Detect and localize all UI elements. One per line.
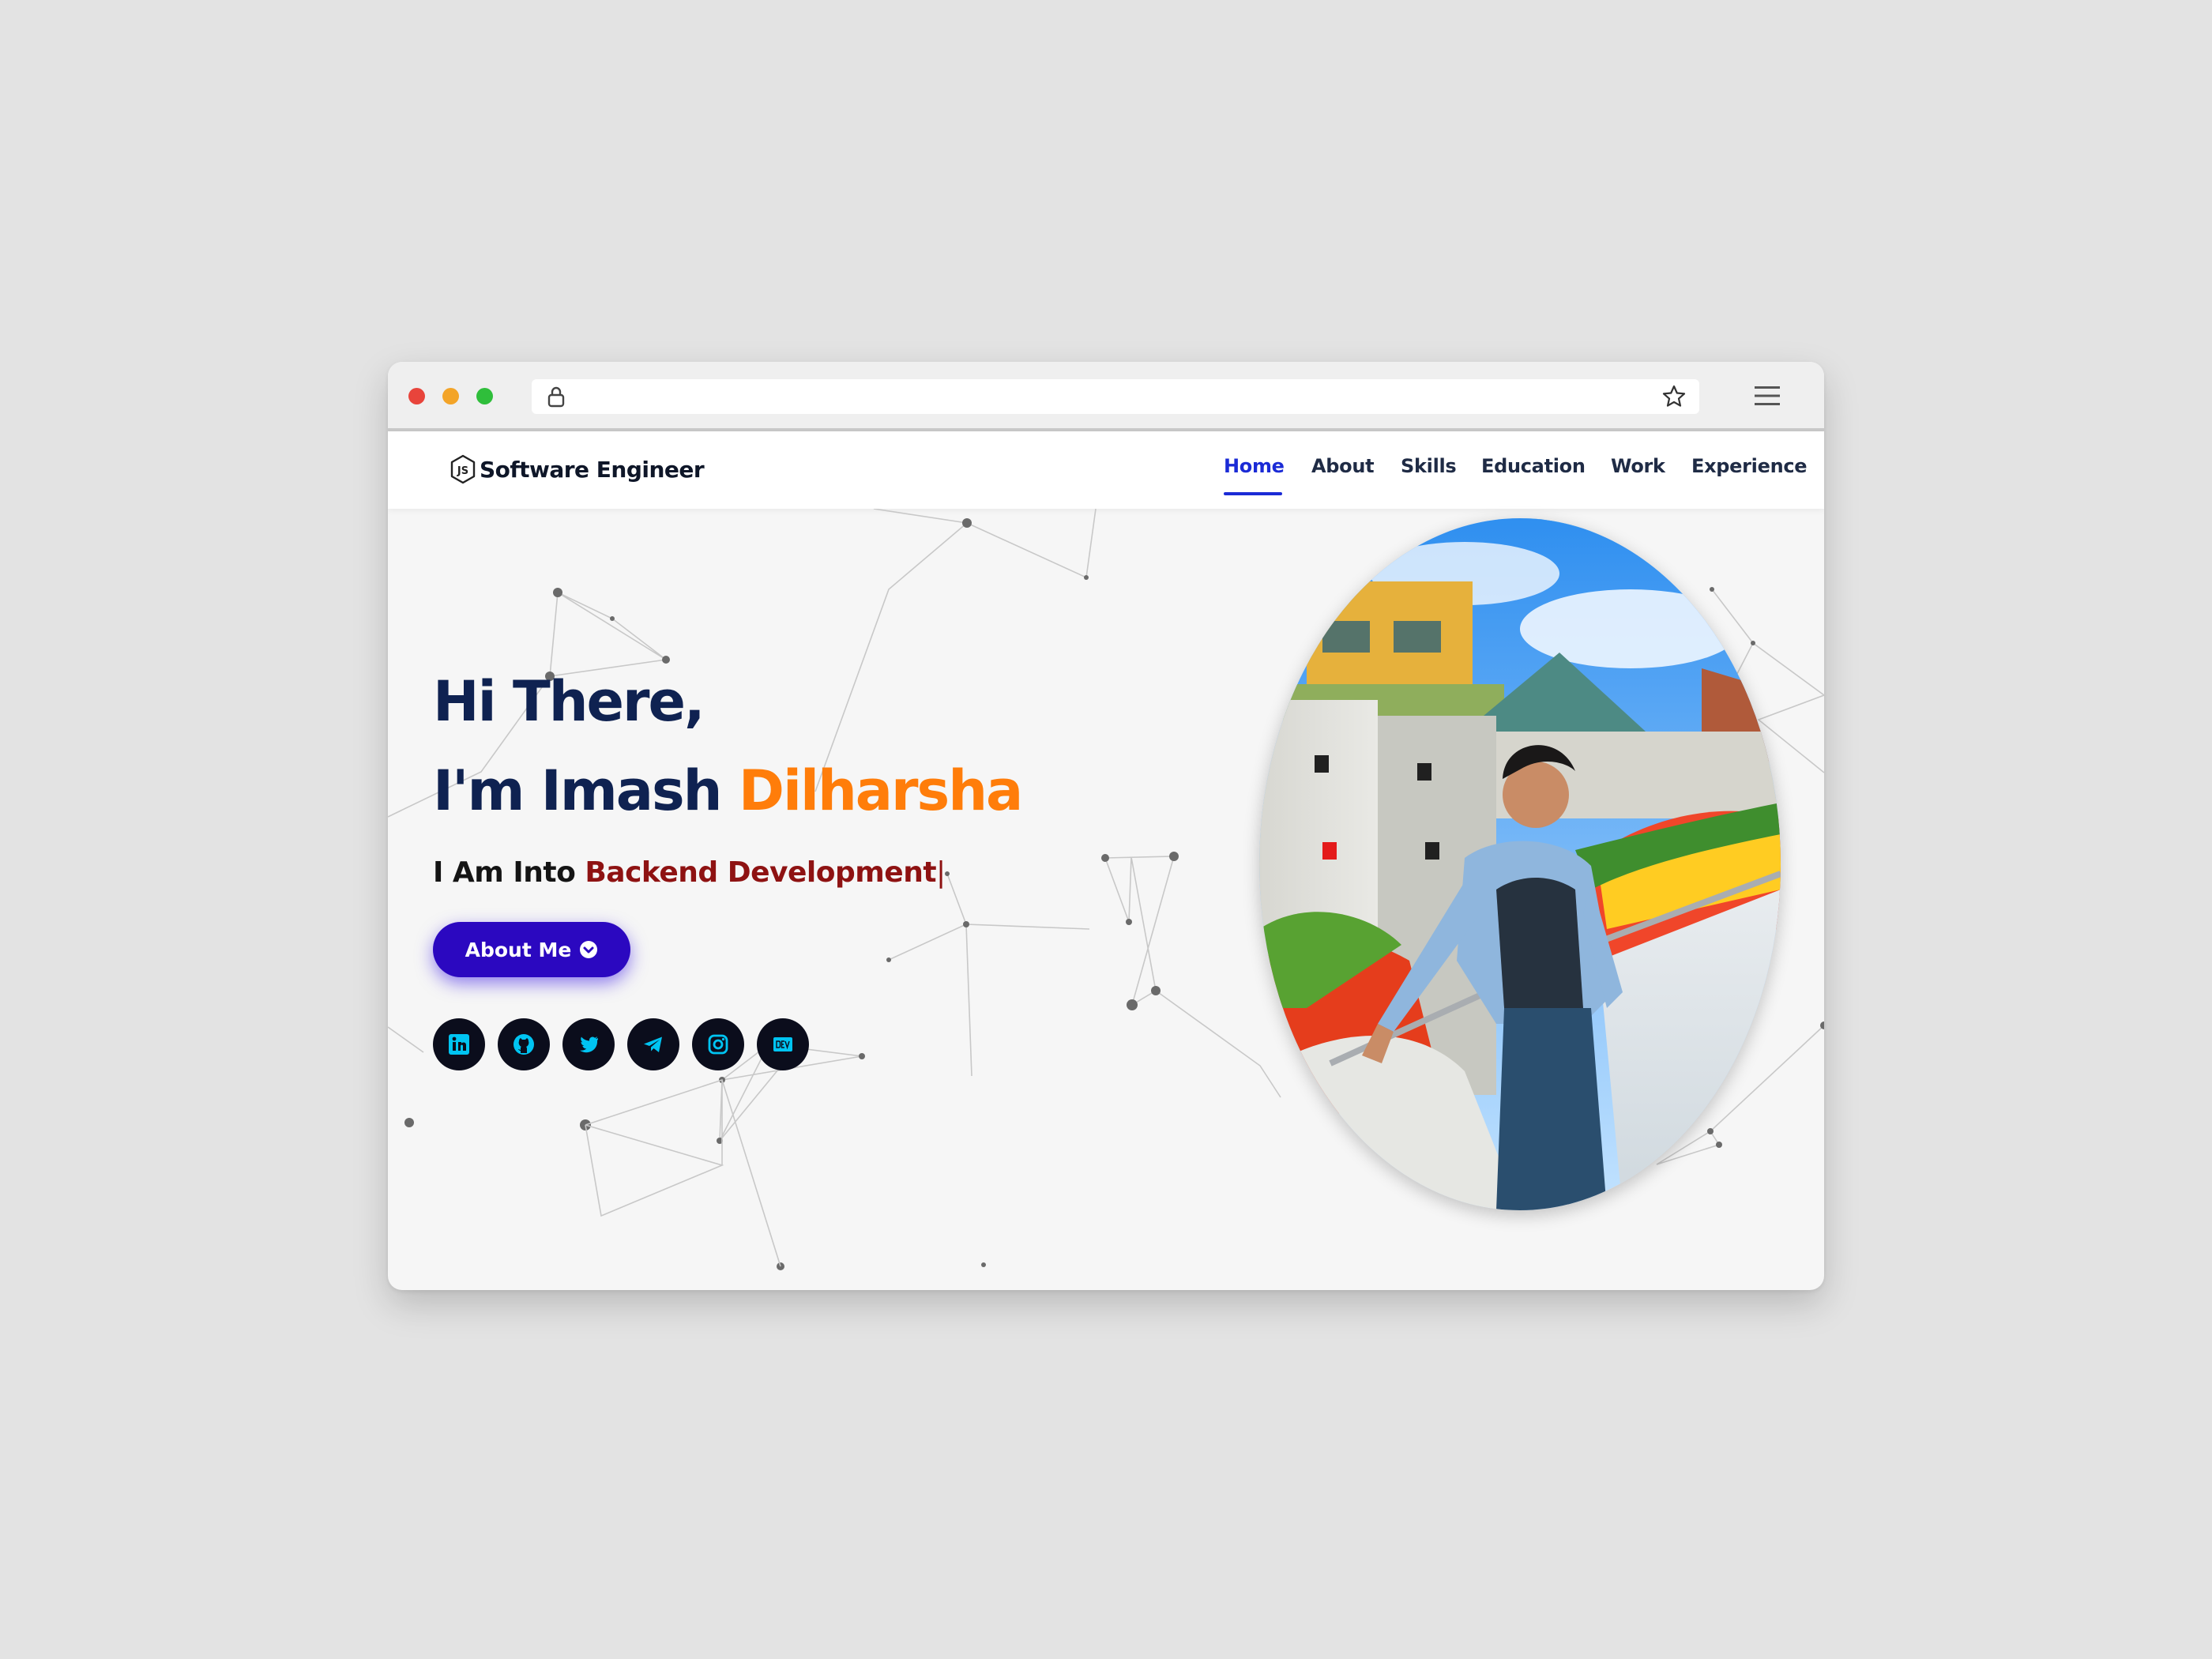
nav-about[interactable]: About (1311, 455, 1375, 477)
nav-experience[interactable]: Experience (1691, 455, 1808, 477)
github-icon (514, 1034, 534, 1055)
brand-logo[interactable]: JS Software Engineer (450, 453, 705, 485)
github-link[interactable] (498, 1018, 550, 1070)
telegram-icon (644, 1036, 662, 1052)
profile-photo-image (1259, 518, 1781, 1210)
about-me-button[interactable]: About Me (433, 922, 630, 977)
dev-link[interactable] (757, 1018, 809, 1070)
twitter-link[interactable] (562, 1018, 615, 1070)
hamburger-menu-icon[interactable] (1753, 384, 1781, 408)
instagram-link[interactable] (692, 1018, 744, 1070)
hero-greeting: Hi There, (433, 669, 705, 734)
minimize-window-button[interactable] (442, 388, 459, 404)
nav-home[interactable]: Home (1224, 455, 1285, 477)
nav-work[interactable]: Work (1611, 455, 1665, 477)
close-window-button[interactable] (408, 388, 425, 404)
instagram-icon (708, 1034, 728, 1055)
tagline-typed-text: Backend Development (585, 856, 937, 889)
nav-skills[interactable]: Skills (1401, 455, 1457, 477)
browser-window: JS Software Engineer Home About Skills E… (388, 362, 1824, 1290)
arrow-circle-down-icon (580, 941, 598, 958)
linkedin-link[interactable] (433, 1018, 485, 1070)
lock-icon (547, 386, 565, 408)
brand-name: Software Engineer (480, 456, 705, 483)
linkedin-icon (449, 1034, 469, 1055)
address-bar[interactable] (532, 379, 1699, 414)
site-navbar: JS Software Engineer Home About Skills E… (388, 431, 1824, 509)
maximize-window-button[interactable] (476, 388, 493, 404)
hero-name: I'm Imash Dilharsha (433, 758, 1023, 823)
typing-cursor: | (936, 856, 946, 889)
browser-toolbar (388, 362, 1824, 431)
star-icon[interactable] (1661, 384, 1687, 409)
dev-icon (773, 1037, 792, 1051)
about-me-label: About Me (465, 938, 572, 961)
hero-tagline: I Am Into Backend Development| (433, 856, 946, 889)
nav-education[interactable]: Education (1481, 455, 1586, 477)
nodejs-logo-icon: JS (450, 454, 476, 484)
svg-text:JS: JS (457, 465, 468, 477)
social-links (433, 1018, 822, 1070)
twitter-icon (580, 1036, 598, 1053)
hero-intro: I'm Imash (433, 758, 739, 823)
profile-photo (1259, 518, 1781, 1210)
telegram-link[interactable] (627, 1018, 679, 1070)
hero-surname: Dilharsha (738, 758, 1023, 823)
hero-section: Hi There, I'm Imash Dilharsha I Am Into … (388, 509, 1824, 1290)
tagline-prefix: I Am Into (433, 856, 585, 889)
nav-active-indicator (1224, 492, 1282, 495)
